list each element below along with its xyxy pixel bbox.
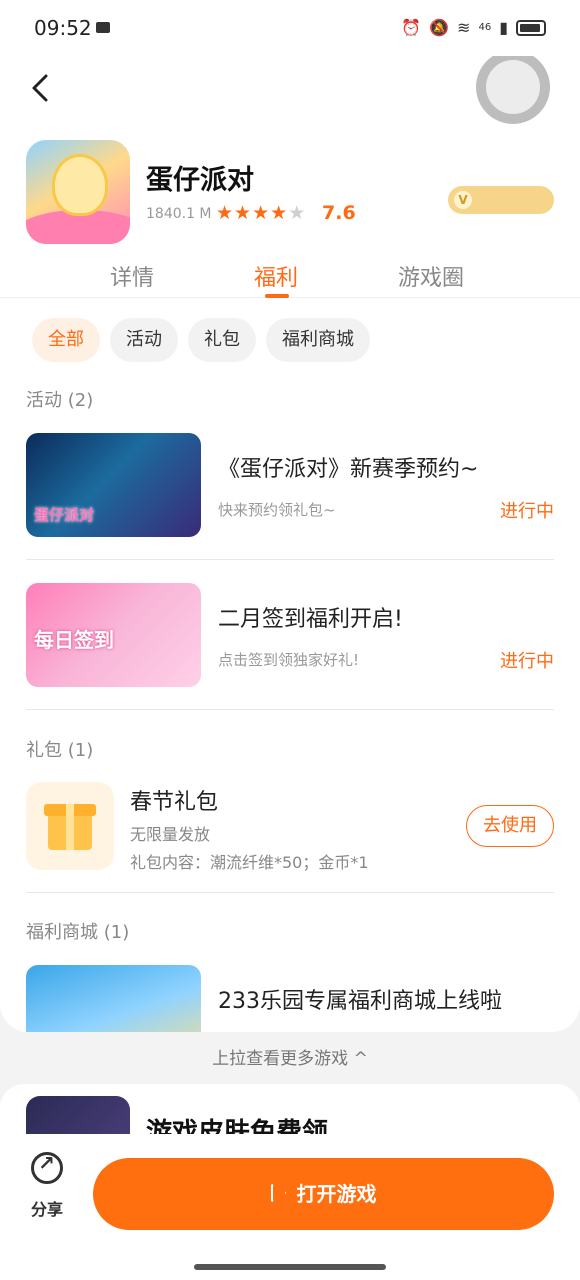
activity-title: 《蛋仔派对》新赛季预约~	[218, 457, 479, 482]
app-size: 1840.1 M	[146, 206, 212, 222]
share-icon	[31, 1151, 63, 1184]
activity-status: 进行中	[500, 501, 554, 522]
back-arrow-icon[interactable]	[24, 70, 60, 106]
activity-thumbnail: 蛋仔派对	[26, 433, 201, 537]
status-icons: ⏰ 🔕 ≋ 46 ▮	[401, 18, 546, 37]
tab-game-circle[interactable]: 游戏圈	[398, 260, 464, 292]
app-icon	[26, 140, 130, 244]
filter-all[interactable]: 全部	[32, 318, 100, 362]
vip-icon: V	[454, 191, 472, 209]
shop-thumbnail	[26, 965, 201, 1032]
mute-icon: 🔕	[429, 18, 450, 37]
status-time: 09:52	[34, 16, 92, 40]
thumbnail-caption: 每日签到	[34, 628, 114, 652]
battery-icon	[516, 19, 546, 36]
star-empty-icon: ★	[288, 202, 306, 224]
signal-icon: ▮	[499, 18, 508, 37]
activity-subtitle: 快来预约领礼包~	[218, 501, 336, 519]
gift-quantity: 无限量发放	[130, 825, 211, 844]
activity-subtitle: 点击签到领独家好礼!	[218, 651, 360, 669]
app-name: 蛋仔派对	[146, 165, 254, 196]
shop-item-title: 233乐园专属福利商城上线啦	[218, 989, 502, 1014]
activity-thumbnail: 每日签到	[26, 583, 201, 687]
rating-stars: ★ ★ ★ ★ ★	[216, 202, 305, 224]
filter-shop[interactable]: 福利商城	[266, 318, 370, 362]
filter-activity[interactable]: 活动	[110, 318, 178, 362]
shop-item[interactable]: 233乐园专属福利商城上线啦	[26, 965, 554, 1032]
section-title-shop: 福利商城 (1)	[26, 922, 130, 943]
tab-bar: 详情 福利 游戏圈	[0, 256, 580, 298]
tab-details[interactable]: 详情	[110, 260, 154, 292]
star-icon: ★	[216, 202, 234, 224]
activity-title: 二月签到福利开启!	[218, 607, 403, 632]
activity-item[interactable]: 每日签到 二月签到福利开启! 点击签到领独家好礼! 进行中	[26, 583, 554, 687]
tab-welfare[interactable]: 福利	[254, 260, 298, 292]
open-game-label: 打开游戏	[296, 1182, 377, 1206]
wifi-icon: ≋	[457, 18, 471, 37]
filter-chips: 全部 活动 礼包 福利商城	[32, 318, 370, 362]
network-label: 46	[478, 22, 492, 33]
vip-badge[interactable]: V	[448, 186, 554, 214]
section-title-activity: 活动 (2)	[26, 390, 94, 411]
welfare-card: 蛋仔派对 1840.1 M ★ ★ ★ ★ ★ 7.6 V 详情 福利 游戏圈 …	[0, 56, 580, 1032]
rating-value: 7.6	[322, 202, 356, 224]
star-icon: ★	[252, 202, 270, 224]
star-icon: ★	[270, 202, 288, 224]
bottom-bar: 分享 打开游戏	[0, 1134, 580, 1280]
open-game-button[interactable]: 打开游戏	[93, 1158, 554, 1230]
pull-up-hint[interactable]: 上拉查看更多游戏 ^	[0, 1044, 580, 1069]
divider	[26, 892, 554, 893]
share-button[interactable]: 分享	[24, 1151, 70, 1220]
filter-gift[interactable]: 礼包	[188, 318, 256, 362]
use-gift-button[interactable]: 去使用	[466, 805, 554, 847]
gift-icon	[26, 782, 114, 870]
divider	[26, 709, 554, 710]
gift-contents: 礼包内容：潮流纤维*50；金币*1	[130, 853, 369, 872]
share-label: 分享	[30, 1200, 63, 1219]
alarm-icon: ⏰	[401, 18, 422, 37]
home-indicator[interactable]	[194, 1264, 386, 1270]
activity-status: 进行中	[500, 651, 554, 672]
status-bar: 09:52 ⏰ 🔕 ≋ 46 ▮	[0, 0, 580, 56]
thumbnail-caption: 蛋仔派对	[34, 506, 95, 524]
star-icon: ★	[234, 202, 252, 224]
gift-title: 春节礼包	[130, 790, 219, 815]
active-tab-indicator	[265, 294, 289, 298]
divider	[26, 559, 554, 560]
play-icon	[270, 1183, 287, 1203]
activity-item[interactable]: 蛋仔派对 《蛋仔派对》新赛季预约~ 快来预约领礼包~ 进行中	[26, 433, 554, 537]
video-record-icon	[96, 22, 110, 33]
floating-assist-button[interactable]	[476, 56, 550, 124]
section-title-gift: 礼包 (1)	[26, 740, 94, 761]
